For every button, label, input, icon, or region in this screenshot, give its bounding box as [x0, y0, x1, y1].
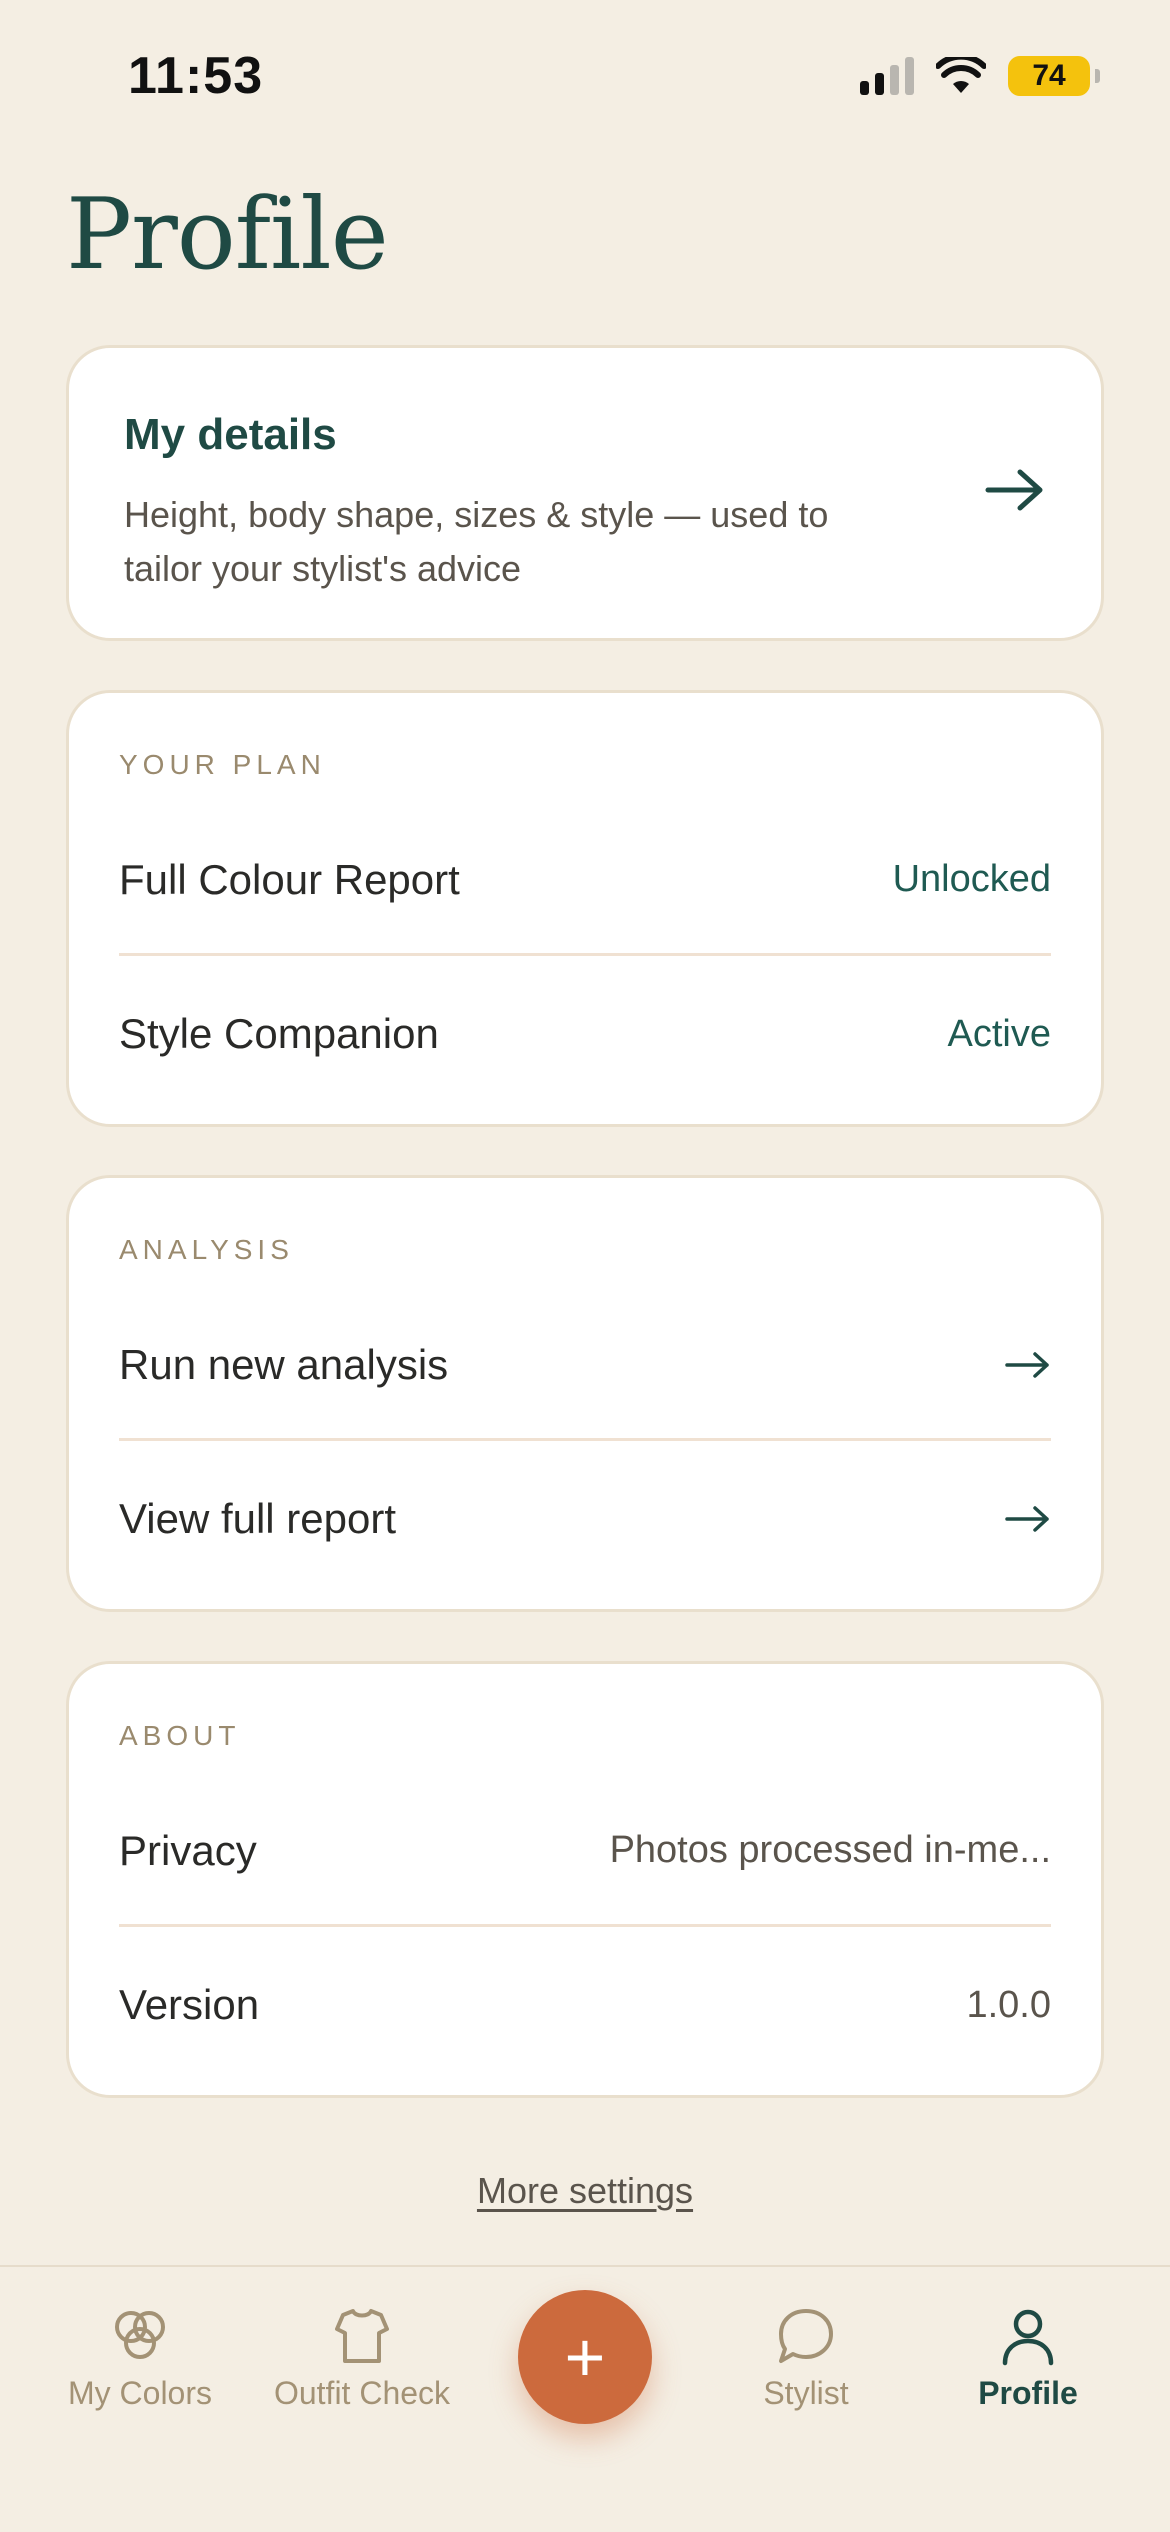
status-icons: 74: [860, 56, 1100, 96]
colors-icon: [115, 2311, 165, 2359]
row-label: Privacy: [119, 1826, 257, 1874]
section-label-analysis: ANALYSIS: [119, 1234, 294, 1265]
details-description: Height, body shape, sizes & style — used…: [124, 494, 829, 589]
more-settings-link[interactable]: More settings: [0, 2170, 1170, 2212]
tab-profile[interactable]: Profile: [918, 2305, 1138, 2412]
plan-card: YOUR PLAN Full Colour Report Unlocked St…: [66, 690, 1104, 1127]
shirt-icon: [335, 2309, 389, 2363]
details-title: My details: [124, 410, 337, 459]
row-label: Full Colour Report: [119, 855, 460, 903]
tab-label: Outfit Check: [273, 2375, 451, 2411]
privacy-value: Photos processed in-me...: [609, 1829, 1051, 1871]
analysis-card: ANALYSIS Run new analysis View full repo…: [66, 1175, 1104, 1612]
my-details-card[interactable]: My details Height, body shape, sizes & s…: [66, 345, 1104, 641]
row-label: View full report: [119, 1495, 397, 1542]
status-value: Active: [947, 1012, 1051, 1055]
version-value: 1.0.0: [966, 1983, 1051, 2026]
status-time: 11:53: [128, 47, 264, 105]
tab-label: Profile: [978, 2375, 1078, 2411]
row-label: Version: [119, 1981, 260, 2028]
tab-stylist[interactable]: Stylist: [696, 2305, 916, 2412]
about-card: ABOUT Privacy Photos processed in-me... …: [66, 1661, 1104, 2098]
row-label: Run new analysis: [119, 1340, 449, 1388]
add-button[interactable]: +: [518, 2290, 652, 2424]
arrow-right-icon: [1005, 1351, 1049, 1378]
battery-icon: 74: [1008, 56, 1100, 96]
status-value: Unlocked: [892, 858, 1051, 900]
tab-outfit-check[interactable]: Outfit Check: [252, 2305, 472, 2412]
tab-my-colors[interactable]: My Colors: [30, 2305, 250, 2412]
plan-row-colour-report[interactable]: Full Colour Report Unlocked: [119, 806, 1051, 956]
person-icon: [1002, 2309, 1054, 2366]
arrow-right-icon: [985, 469, 1043, 511]
arrow-right-icon: [1005, 1506, 1049, 1532]
page-title: Profile: [66, 178, 389, 292]
view-full-report-row[interactable]: View full report: [119, 1444, 1051, 1594]
section-label-about: ABOUT: [119, 1720, 241, 1751]
tab-label: My Colors: [67, 2375, 212, 2411]
plan-row-style-companion[interactable]: Style Companion Active: [119, 959, 1051, 1109]
wifi-icon: [936, 57, 986, 93]
privacy-row[interactable]: Privacy Photos processed in-me...: [119, 1777, 1051, 1927]
run-new-analysis-row[interactable]: Run new analysis: [119, 1291, 1051, 1441]
signal-icon: [860, 57, 914, 95]
chat-bubble-icon: [779, 2309, 833, 2363]
tab-label: Stylist: [763, 2375, 849, 2411]
status-bar: 11:53 74: [0, 0, 1170, 150]
row-label: Style Companion: [119, 1010, 439, 1057]
version-row: Version 1.0.0: [119, 1930, 1051, 2080]
section-label-plan: YOUR PLAN: [119, 749, 326, 780]
